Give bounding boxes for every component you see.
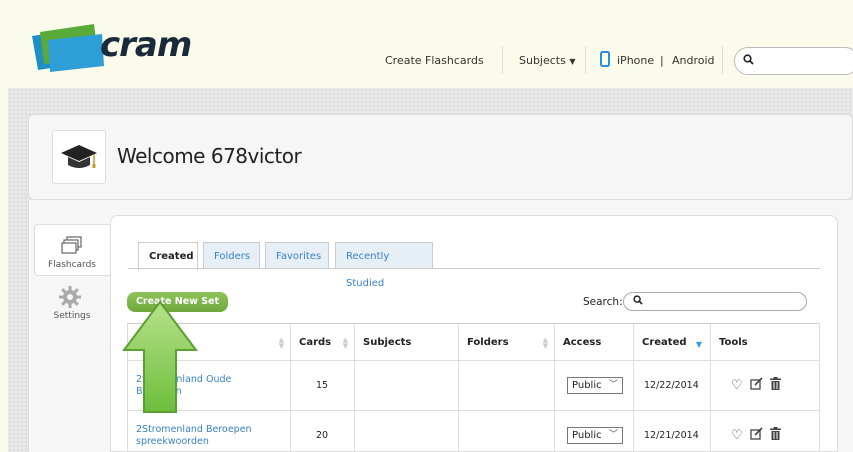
- table-search-input[interactable]: [623, 292, 807, 311]
- chevron-down-icon: ﹀: [608, 380, 618, 390]
- graduation-cap-icon: [61, 145, 97, 168]
- create-flashcards-link[interactable]: Create Flashcards: [385, 54, 484, 67]
- subjects-cell: [354, 360, 459, 411]
- column-header-subjects: Subjects: [354, 323, 459, 361]
- sets-table: ▲ ▼ Cards ▲ ▼ Subjects Folders ▲ ▼ Access C…: [127, 323, 820, 452]
- column-header-tools: Tools: [710, 323, 820, 361]
- tab-favorites[interactable]: Favorites: [265, 242, 329, 269]
- access-cell: Public ﹀: [554, 410, 634, 452]
- column-header-created[interactable]: Created ▼: [633, 323, 711, 361]
- nav-separator-text: |: [660, 54, 664, 67]
- search-label: Search:: [583, 296, 623, 308]
- caret-down-icon: ▼: [569, 57, 576, 66]
- cards-count: 15: [290, 360, 355, 411]
- nav-divider: [585, 46, 586, 74]
- access-cell: Public ﹀: [554, 360, 634, 411]
- brand-wordmark[interactable]: cram: [100, 25, 192, 65]
- header-search-input[interactable]: [734, 47, 853, 75]
- tabs-divider: [128, 268, 820, 269]
- subjects-label: Subjects: [519, 54, 566, 67]
- sort-icon: ▲ ▼: [278, 336, 284, 350]
- folders-cell: [458, 360, 555, 411]
- welcome-heading: Welcome 678victor: [117, 144, 302, 168]
- iphone-link[interactable]: iPhone: [617, 54, 654, 67]
- table-header-row: ▲ ▼ Cards ▲ ▼ Subjects Folders ▲ ▼ Access C…: [127, 323, 820, 361]
- trash-icon[interactable]: [769, 427, 781, 444]
- folders-cell: [458, 410, 555, 452]
- tab-folders[interactable]: Folders: [203, 242, 260, 269]
- android-link[interactable]: Android: [672, 54, 715, 67]
- sort-descending-icon: ▼: [695, 340, 702, 349]
- created-date: 12/22/2014: [633, 360, 711, 411]
- avatar[interactable]: [52, 130, 106, 184]
- logo-cards-icon: [32, 24, 104, 72]
- edit-icon[interactable]: [750, 427, 763, 444]
- mobile-phone-icon: [600, 51, 610, 70]
- green-up-arrow-icon: [122, 300, 198, 413]
- tab-recently-studied[interactable]: Recently Studied: [335, 242, 433, 289]
- subjects-cell: [354, 410, 459, 452]
- nav-divider: [722, 46, 723, 74]
- nav-divider: [502, 46, 503, 74]
- access-select[interactable]: Public ﹀: [567, 427, 623, 444]
- search-icon: [633, 295, 643, 308]
- edit-icon[interactable]: [750, 377, 763, 394]
- sidebar-item-settings[interactable]: Settings: [42, 311, 102, 321]
- table-row: 2Stromenland Beroepen spreekwoorden 20 P…: [127, 410, 820, 452]
- search-icon: [743, 54, 754, 68]
- set-title-line2[interactable]: spreekwoorden: [136, 436, 290, 448]
- gear-icon[interactable]: [58, 285, 82, 312]
- heart-icon[interactable]: ♡: [731, 428, 743, 443]
- column-header-access: Access: [554, 323, 634, 361]
- sort-icon: ▲ ▼: [542, 336, 548, 350]
- tools-cell: ♡: [710, 360, 820, 411]
- trash-icon[interactable]: [769, 377, 781, 394]
- sidebar-item-label: Flashcards: [48, 260, 96, 270]
- set-title-cell[interactable]: 2Stromenland Beroepen spreekwoorden: [127, 410, 291, 452]
- set-title-line1[interactable]: 2Stromenland Beroepen: [136, 424, 290, 436]
- subjects-menu[interactable]: Subjects ▼: [519, 54, 576, 67]
- heart-icon[interactable]: ♡: [731, 378, 743, 393]
- created-date: 12/21/2014: [633, 410, 711, 452]
- sort-icon: ▲ ▼: [342, 336, 348, 350]
- table-row: 2Stromenland Oude Beroepen 15 Public﹀ 12…: [127, 360, 820, 411]
- tab-created[interactable]: Created: [138, 242, 198, 270]
- cards-count: 20: [290, 410, 355, 452]
- column-header-cards[interactable]: Cards ▲ ▼: [290, 323, 355, 361]
- tools-cell: ♡: [710, 410, 820, 452]
- access-select[interactable]: Public ﹀: [567, 377, 623, 394]
- column-header-folders[interactable]: Folders ▲ ▼: [458, 323, 555, 361]
- cards-stack-icon: [61, 236, 83, 257]
- chevron-down-icon: ﹀: [608, 430, 618, 440]
